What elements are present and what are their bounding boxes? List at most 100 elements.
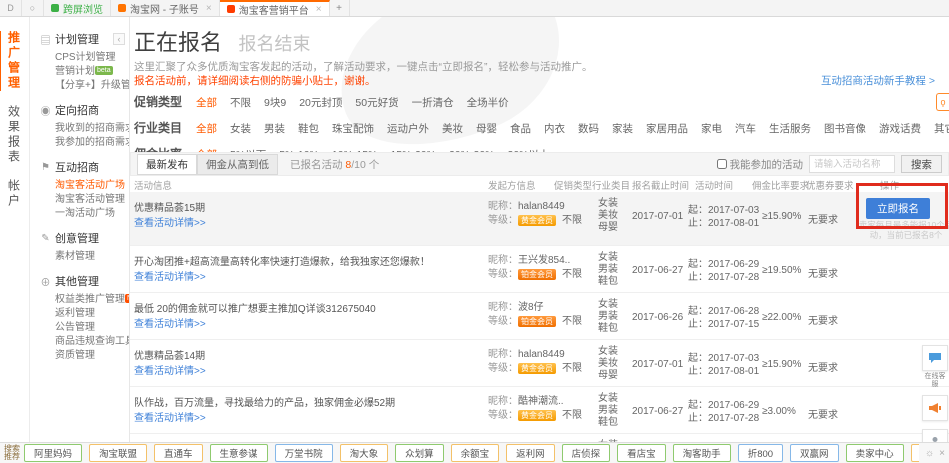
sidebar-item[interactable]: 公告管理 <box>55 321 129 335</box>
recommend-link[interactable]: 七彩虹官网 <box>911 444 919 462</box>
recommend-link[interactable]: 直通车 <box>154 444 203 462</box>
tip-lightbulb-icon[interactable]: ϙ <box>936 93 949 111</box>
online-service-icon[interactable] <box>922 345 948 371</box>
sidebar-group-header[interactable]: ✎创意管理 <box>40 230 129 246</box>
sidebar-item[interactable]: 【分享+】升级管理 <box>55 79 129 93</box>
sidebar-collapse-icon[interactable]: ‹ <box>113 33 125 45</box>
tutorial-link[interactable]: 互动招商活动新手教程 > <box>821 73 935 88</box>
filter-option[interactable]: 其它 <box>934 121 949 136</box>
sort-newest-button[interactable]: 最新发布 <box>137 154 197 175</box>
activity-detail-link[interactable]: 查看活动详情>> <box>134 315 206 330</box>
sponsor-info: 昵称：波8仔等级：铂金会员 <box>488 301 556 329</box>
filter-option[interactable]: 珠宝配饰 <box>332 121 374 136</box>
sidebar-group-label: 计划管理 <box>55 31 99 47</box>
recommend-link[interactable]: 折800 <box>738 444 783 462</box>
activity-detail-link[interactable]: 查看活动详情>> <box>134 362 206 377</box>
filter-option[interactable]: 食品 <box>510 121 531 136</box>
promo-type: 不限 <box>562 406 582 421</box>
recommend-link[interactable]: 余额宝 <box>451 444 500 462</box>
activity-detail-link[interactable]: 查看活动详情>> <box>134 214 206 229</box>
filter-option[interactable]: 游戏话费 <box>879 121 921 136</box>
recommend-link[interactable]: 店侦探 <box>562 444 611 462</box>
bar-close-icon[interactable]: × <box>939 448 945 459</box>
sidebar-item[interactable]: 商品违规查询工具 <box>55 335 129 349</box>
filter-option[interactable]: 20元封顶 <box>299 95 342 110</box>
activity-detail-link[interactable]: 查看活动详情>> <box>134 268 206 283</box>
filter-option[interactable]: 美妆 <box>442 121 463 136</box>
browser-menu-icon[interactable]: D <box>0 0 22 16</box>
sidebar-item[interactable]: 我收到的招商需求 <box>55 122 129 136</box>
activity-detail-link[interactable]: 查看活动详情>> <box>134 409 206 424</box>
tab-finished-signup[interactable]: 报名结束 <box>238 30 310 56</box>
recommend-link[interactable]: 生意参谋 <box>210 444 268 462</box>
sidebar-item[interactable]: 资质管理 <box>55 349 129 363</box>
activity-search-input[interactable] <box>809 155 895 173</box>
sidebar-item[interactable]: 返利管理 <box>55 307 129 321</box>
filter-option[interactable]: 汽车 <box>735 121 756 136</box>
filter-option[interactable]: 运动户外 <box>387 121 429 136</box>
filter-option[interactable]: 9块9 <box>264 95 286 110</box>
sidebar-group-header[interactable]: ⚑互动招商 <box>40 159 129 175</box>
filter-option[interactable]: 不限 <box>230 95 251 110</box>
sidebar-item[interactable]: 营销计划beta <box>55 65 129 79</box>
signup-now-button[interactable]: 立即报名 <box>866 198 930 219</box>
sidebar-group-header[interactable]: ⊕其他管理 <box>40 273 129 289</box>
browser-home-icon[interactable]: ○ <box>22 0 44 16</box>
recommend-link[interactable]: 淘宝联盟 <box>89 444 147 462</box>
browser-tab[interactable]: 跨屏浏览 <box>44 0 111 16</box>
sidebar-item[interactable]: 淘宝客活动管理 <box>55 193 129 207</box>
recommend-link[interactable]: 返利网 <box>506 444 555 462</box>
recommend-link[interactable]: 卖家中心 <box>846 444 904 462</box>
sidebar-item[interactable]: 淘宝客活动广场 <box>55 179 129 193</box>
filter-option[interactable]: 50元好货 <box>355 95 398 110</box>
sidebar-item[interactable]: 权益类推广管理New <box>55 293 129 307</box>
announcement-megaphone-icon[interactable] <box>922 395 948 421</box>
recommend-link[interactable]: 阿里妈妈 <box>24 444 82 462</box>
filter-option[interactable]: 内衣 <box>544 121 565 136</box>
joinable-filter[interactable]: 我能参加的活动 <box>717 157 804 172</box>
browser-tab[interactable]: 淘宝网 - 子账号 × <box>111 0 220 16</box>
filter-option[interactable]: 家电 <box>701 121 722 136</box>
recommend-link[interactable]: 双赢网 <box>790 444 839 462</box>
promo-type: 不限 <box>562 359 582 374</box>
filter-option[interactable]: 母婴 <box>476 121 497 136</box>
commission-requirement: ≥22.00% <box>762 312 801 323</box>
sidebar-item[interactable]: CPS计划管理 <box>55 51 129 65</box>
level-badge: 黄金会员 <box>518 363 556 374</box>
filter-option[interactable]: 图书音像 <box>824 121 866 136</box>
sidebar-item[interactable]: 素材管理 <box>55 250 129 264</box>
filter-option[interactable]: 数码 <box>578 121 599 136</box>
vertical-nav-item[interactable]: 效果报表 <box>7 105 23 165</box>
filter-option[interactable]: 生活服务 <box>769 121 811 136</box>
joinable-checkbox[interactable] <box>717 159 727 169</box>
bar-settings-icon[interactable]: ☼ <box>925 448 934 459</box>
sidebar-group-header[interactable]: ◉定向招商 <box>40 102 129 118</box>
sort-commission-button[interactable]: 佣金从高到低 <box>197 154 278 175</box>
tab-close-icon[interactable]: × <box>316 4 322 15</box>
browser-tab[interactable]: 淘宝客营销平台× <box>220 0 330 16</box>
filter-option[interactable]: 男装 <box>264 121 285 136</box>
new-tab-button[interactable]: + <box>330 0 350 16</box>
filter-option[interactable]: 家居用品 <box>646 121 688 136</box>
tab-close-icon[interactable]: × <box>206 3 212 14</box>
vertical-nav-item[interactable]: 帐户 <box>7 179 23 209</box>
sponsor-level: 等级：黄金会员 <box>488 214 565 228</box>
recommend-link[interactable]: 万堂书院 <box>275 444 333 462</box>
sidebar-item[interactable]: 我参加的招商需求 <box>55 136 129 150</box>
recommend-link[interactable]: 淘客助手 <box>673 444 731 462</box>
recommend-link[interactable]: 众划算 <box>395 444 444 462</box>
recommend-link[interactable]: 看店宝 <box>617 444 666 462</box>
filter-option[interactable]: 家装 <box>612 121 633 136</box>
filter-option[interactable]: 全场半价 <box>467 95 509 110</box>
filter-option[interactable]: 女装 <box>230 121 251 136</box>
filter-option[interactable]: 全部 <box>196 121 217 136</box>
tab-title: 淘宝网 - 子账号 <box>130 1 199 16</box>
recommend-link[interactable]: 淘大象 <box>340 444 389 462</box>
app-window: D ○ 跨屏浏览淘宝网 - 子账号×淘宝客营销平台× + 推广管理效果报表帐户 … <box>0 0 949 463</box>
filter-option[interactable]: 鞋包 <box>298 121 319 136</box>
filter-option[interactable]: 全部 <box>196 95 217 110</box>
search-button[interactable]: 搜索 <box>901 155 942 173</box>
filter-option[interactable]: 一折清仓 <box>412 95 454 110</box>
sidebar-item[interactable]: 一淘活动广场 <box>55 207 129 221</box>
vertical-nav-item[interactable]: 推广管理 <box>7 31 23 91</box>
